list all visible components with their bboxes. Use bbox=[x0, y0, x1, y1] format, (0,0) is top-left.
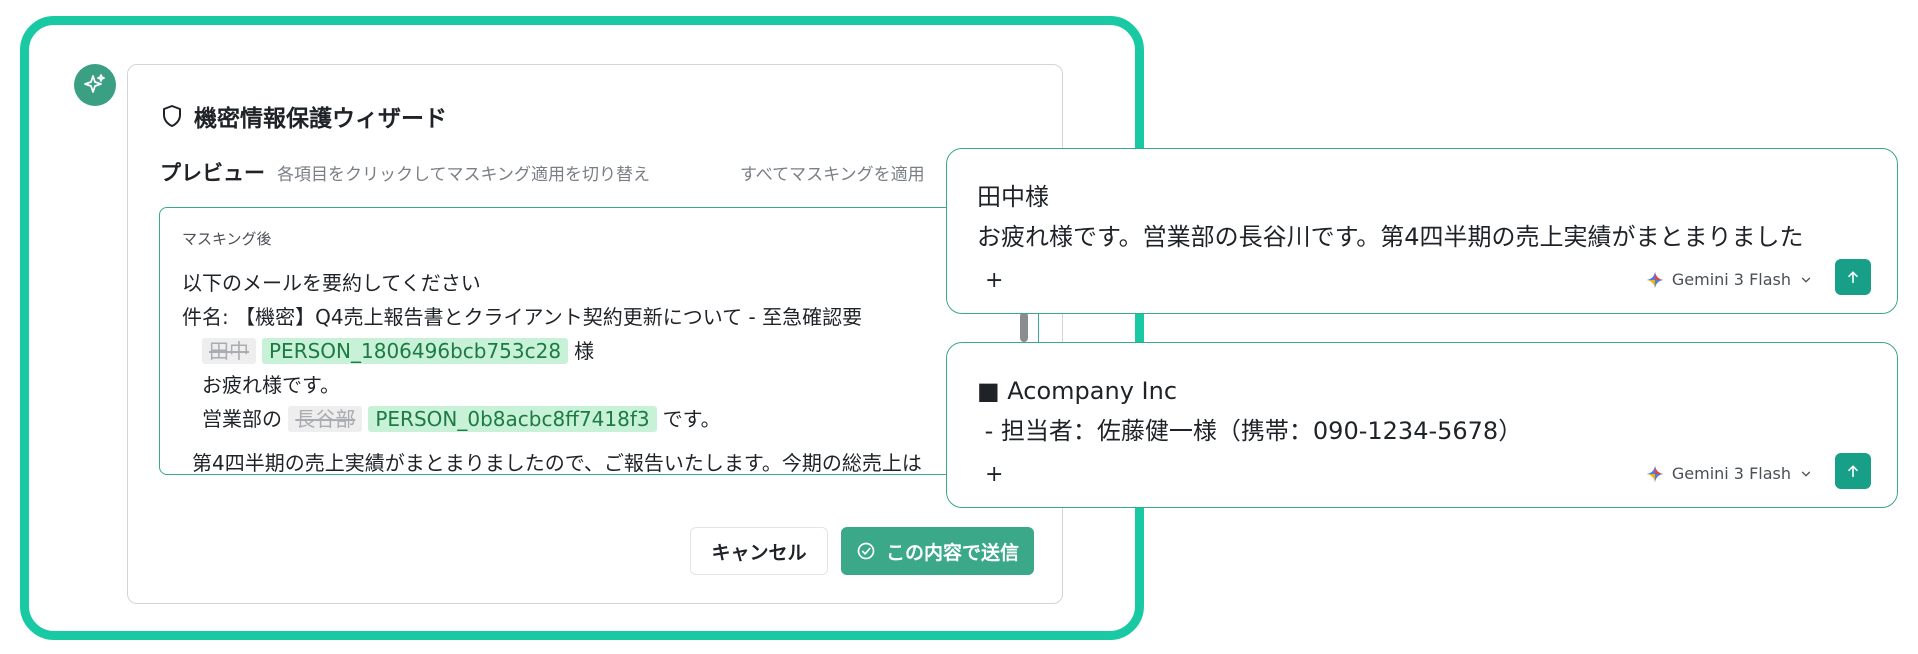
gemini-icon bbox=[1646, 465, 1664, 482]
check-circle-icon bbox=[857, 542, 875, 560]
submit-button[interactable] bbox=[1835, 453, 1871, 489]
add-attachment-button[interactable]: + bbox=[985, 268, 1003, 293]
preview-label: プレビュー bbox=[160, 161, 265, 185]
preview-scrollbar[interactable] bbox=[1020, 312, 1028, 342]
preview-line: 第4四半期の売上実績がまとまりましたので、ご報告いたします。今期の総売上は bbox=[192, 451, 922, 475]
model-name: Gemini 3 Flash bbox=[1671, 270, 1791, 289]
chat-line: ■ Acompany Inc bbox=[977, 377, 1178, 405]
gemini-icon bbox=[1646, 271, 1664, 288]
masking-dialog: 機密情報保護ウィザード プレビュー 各項目をクリックしてマスキング適用を切り替え… bbox=[127, 64, 1063, 604]
chat-line: 田中様 bbox=[977, 183, 1049, 211]
send-button[interactable]: この内容で送信 bbox=[841, 527, 1034, 575]
chat-line: お疲れ様です。営業部の長谷川です。第4四半期の売上実績がまとまりました bbox=[977, 223, 1804, 251]
chevron-down-icon bbox=[1801, 471, 1811, 477]
preview-line: 以下のメールを要約してください bbox=[182, 271, 481, 295]
preview-line: お疲れ様です。 bbox=[202, 373, 340, 397]
dialog-title: 機密情報保護ウィザード bbox=[194, 106, 447, 132]
shield-icon bbox=[163, 105, 181, 127]
mask-all-button[interactable]: すべてマスキングを適用 bbox=[740, 160, 925, 185]
preview-hint: 各項目をクリックしてマスキング適用を切り替え bbox=[277, 165, 650, 185]
chevron-down-icon bbox=[1801, 277, 1811, 283]
cancel-button[interactable]: キャンセル bbox=[690, 527, 828, 575]
chat-input-text[interactable]: 田中様 お疲れ様です。営業部の長谷川です。第4四半期の売上実績がまとまりました bbox=[977, 177, 1877, 257]
honorific-text: 様 bbox=[574, 339, 595, 363]
preview-line: 件名: 【機密】Q4売上報告書とクライアント契約更新について - 至急確認要 bbox=[182, 305, 863, 329]
add-attachment-button[interactable]: + bbox=[985, 462, 1003, 487]
chat-input-card: 田中様 お疲れ様です。営業部の長谷川です。第4四半期の売上実績がまとまりました … bbox=[946, 148, 1898, 314]
preview-content: 以下のメールを要約してください 件名: 【機密】Q4売上報告書とクライアント契約… bbox=[182, 266, 1038, 474]
model-name: Gemini 3 Flash bbox=[1671, 464, 1791, 483]
submit-button[interactable] bbox=[1835, 259, 1871, 295]
masked-token-chip[interactable]: PERSON_1806496bcb753c28 bbox=[262, 338, 569, 364]
line-prefix: 営業部の bbox=[202, 407, 282, 431]
arrow-up-icon bbox=[1848, 465, 1858, 478]
preview-line: 営業部の 長谷部 PERSON_0b8acbc8ff7418f3 です。 bbox=[182, 402, 1038, 436]
chat-input-text[interactable]: ■ Acompany Inc - 担当者：佐藤健一様（携帯：090-1234-5… bbox=[977, 371, 1877, 451]
chat-line: - 担当者：佐藤健一様（携帯：090-1234-5678） bbox=[977, 417, 1523, 445]
preview-header: プレビュー 各項目をクリックしてマスキング適用を切り替え すべてマスキングを適用 bbox=[160, 157, 1040, 187]
model-selector[interactable]: Gemini 3 Flash bbox=[1646, 464, 1813, 483]
masked-token-chip[interactable]: PERSON_0b8acbc8ff7418f3 bbox=[368, 406, 657, 432]
original-name-chip[interactable]: 田中 bbox=[202, 338, 256, 364]
masked-preview: マスキング後 以下のメールを要約してください 件名: 【機密】Q4売上報告書とク… bbox=[159, 207, 1039, 475]
preview-line: 田中 PERSON_1806496bcb753c28 様 bbox=[182, 334, 1038, 368]
sparkle-icon bbox=[84, 74, 105, 93]
preview-box-label: マスキング後 bbox=[182, 230, 272, 248]
assistant-avatar bbox=[74, 64, 116, 106]
line-suffix: です。 bbox=[662, 407, 721, 431]
dialog-header: 機密情報保護ウィザード bbox=[160, 99, 447, 133]
model-selector[interactable]: Gemini 3 Flash bbox=[1646, 270, 1813, 289]
chat-input-card: ■ Acompany Inc - 担当者：佐藤健一様（携帯：090-1234-5… bbox=[946, 342, 1898, 508]
arrow-up-icon bbox=[1848, 271, 1858, 284]
original-name-chip[interactable]: 長谷部 bbox=[288, 406, 363, 432]
send-button-label: この内容で送信 bbox=[885, 541, 1019, 564]
